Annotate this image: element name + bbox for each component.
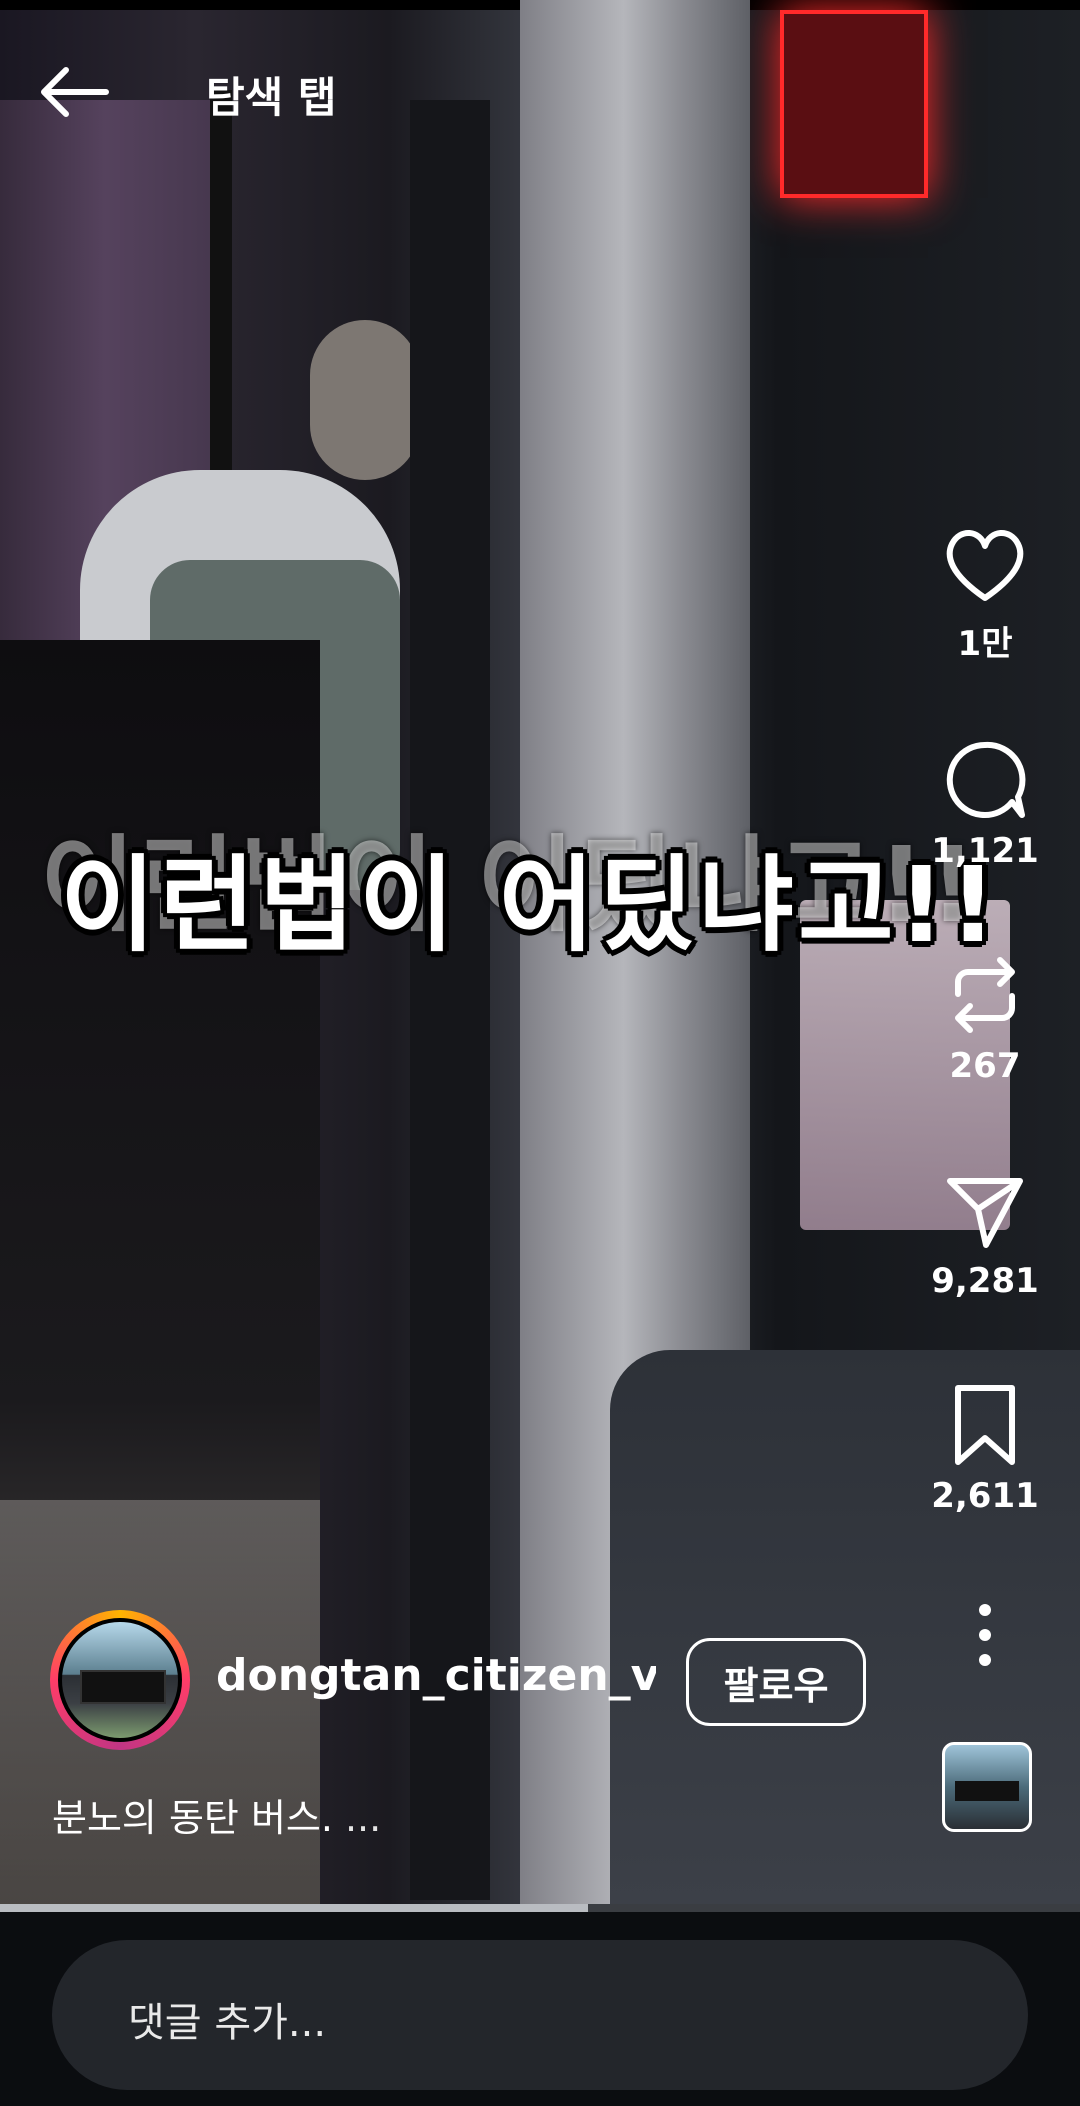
audio-thumbnail[interactable] [942, 1742, 1032, 1832]
follow-button[interactable]: 팔로우 [686, 1638, 866, 1726]
repost-count: 267 [949, 1046, 1021, 1086]
back-button[interactable] [36, 52, 116, 132]
passenger-head [310, 320, 420, 480]
video-progress-bar[interactable] [0, 1904, 1080, 1912]
more-options-button[interactable] [955, 1600, 1015, 1670]
bookmark-icon [955, 1385, 1015, 1465]
repost-button[interactable]: 267 [930, 950, 1040, 1086]
reel-video[interactable]: 이런법이 어딨냐고!! 이런법이 어딨냐고!! [0, 0, 1080, 1908]
avatar-bus-board [80, 1670, 166, 1704]
caption-description[interactable]: 분노의 동탄 버스.... [52, 1787, 381, 1842]
share-button[interactable]: 9,281 [930, 1165, 1040, 1301]
video-progress-fill [0, 1904, 588, 1912]
comment-bubble-icon [946, 741, 1026, 818]
comment-placeholder: 댓글 추가... [128, 2000, 327, 2046]
like-count: 1만 [957, 624, 1013, 664]
bus-door-frame [410, 100, 490, 1900]
comment-input[interactable]: 댓글 추가... [52, 1940, 1028, 2090]
comment-bar: 댓글 추가... [0, 1912, 1080, 2106]
share-count: 9,281 [931, 1261, 1039, 1301]
author-username[interactable]: dongtan_citizen_v... [216, 1650, 656, 1701]
avatar[interactable] [58, 1618, 182, 1742]
like-button[interactable]: 1만 [930, 520, 1040, 665]
description-more[interactable]: ... [345, 1796, 381, 1840]
comment-button[interactable]: 1,121 [930, 735, 1040, 871]
description-text: 분노의 동탄 버스. [52, 1796, 333, 1840]
back-arrow-icon [41, 67, 109, 117]
save-count: 2,611 [931, 1476, 1039, 1516]
heart-icon [946, 530, 1024, 601]
send-icon [947, 1178, 1023, 1248]
page-title: 탐색 탭 [206, 73, 337, 122]
more-vertical-icon [979, 1604, 991, 1666]
header: 탐색 탭 [0, 40, 1080, 140]
audio-thumb-board [955, 1781, 1019, 1801]
overlay-caption: 이런법이 어딨냐고!! [60, 844, 1001, 966]
save-button[interactable]: 2,611 [930, 1380, 1040, 1516]
repost-icon [955, 957, 1015, 1033]
comment-count: 1,121 [931, 831, 1039, 871]
